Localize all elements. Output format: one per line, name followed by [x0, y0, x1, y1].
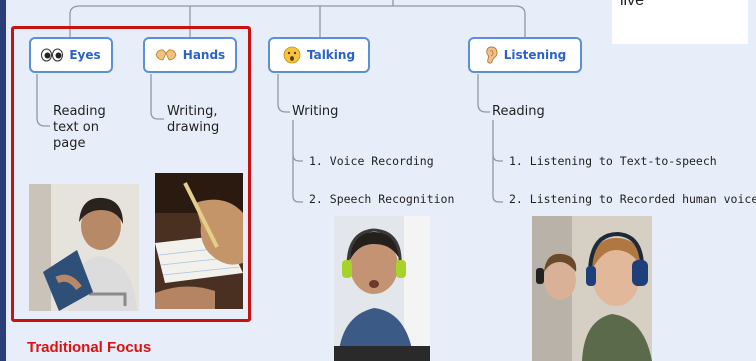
corner-note-text: live — [620, 0, 645, 9]
traditional-focus-frame — [11, 26, 251, 322]
photo-boys-listening-headphones — [532, 216, 652, 361]
listening-child-text: Reading — [492, 104, 545, 119]
talking-subitem: 1. Voice Recording — [309, 154, 434, 168]
listening-subitem: 1. Listening to Text-to-speech — [509, 154, 717, 168]
talking-to-writing — [277, 74, 290, 113]
photo-boy-talking-headset — [334, 216, 430, 361]
talking-label: Talking — [306, 48, 356, 62]
talking-node[interactable]: Talking — [268, 37, 370, 73]
listening-label: Listening — [503, 48, 567, 62]
listening-to-reading — [477, 74, 490, 113]
reading-to-subitems — [492, 120, 503, 203]
surprised-face-icon — [283, 46, 301, 64]
talking-child-text: Writing — [292, 104, 339, 119]
ear-icon — [484, 46, 498, 64]
corner-note: live — [612, 0, 748, 44]
listening-subitem: 2. Listening to Recorded human voice — [509, 192, 756, 206]
talking-subitem: 2. Speech Recognition — [309, 192, 455, 206]
writing-to-subitems — [292, 120, 303, 203]
traditional-focus-label: Traditional Focus — [27, 339, 152, 356]
listening-node[interactable]: Listening — [468, 37, 582, 73]
